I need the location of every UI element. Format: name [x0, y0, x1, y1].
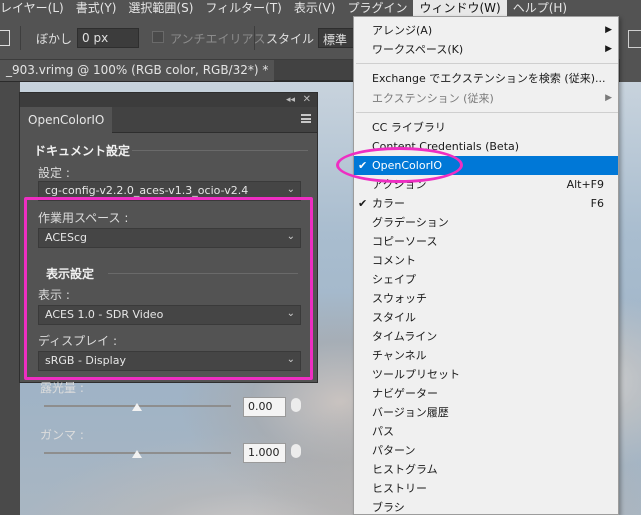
- menu-item-styles[interactable]: スタイル: [354, 308, 618, 327]
- menu-item-timeline[interactable]: タイムライン: [354, 327, 618, 346]
- gamma-input[interactable]: 1.000: [243, 443, 286, 463]
- menu-item-extensions: エクステンション (従来) ▶: [354, 89, 618, 108]
- menu-item-label: シェイプ: [372, 273, 416, 286]
- window-menu-dropdown: アレンジ(A) ▶ ワークスペース(K) ▶ Exchange でエクステンショ…: [353, 16, 619, 515]
- checkmark-icon: ✔: [358, 197, 368, 210]
- panel-menu-icon[interactable]: [301, 114, 311, 123]
- chevron-right-icon: ▶: [605, 93, 612, 103]
- menu-window[interactable]: ウィンドウ(W): [413, 0, 507, 16]
- menu-item-label: コメント: [372, 254, 416, 267]
- style-select[interactable]: 標準: [318, 28, 358, 48]
- canvas-gutter: [0, 82, 20, 515]
- config-label: 設定 :: [38, 166, 70, 180]
- section-divider: [132, 150, 308, 151]
- gamma-reset-knob[interactable]: [291, 444, 301, 458]
- document-tab[interactable]: _903.vrimg @ 100% (RGB color, RGB/32*) *: [0, 60, 275, 81]
- shortcut-label: Alt+F9: [566, 178, 604, 191]
- menu-item-label: パターン: [372, 444, 416, 457]
- menu-item-histogram[interactable]: ヒストグラム: [354, 460, 618, 479]
- exposure-reset-knob[interactable]: [291, 398, 301, 412]
- menu-item-label: エクステンション (従来): [372, 92, 494, 105]
- panel-header[interactable]: ◂◂ ✕: [20, 93, 317, 107]
- exposure-label: 露光量 :: [40, 381, 84, 395]
- menu-item-navigator[interactable]: ナビゲーター: [354, 384, 618, 403]
- tool-preset-icon[interactable]: [0, 30, 10, 46]
- menu-item-paths[interactable]: パス: [354, 422, 618, 441]
- menu-item-color[interactable]: ✔ カラー F6: [354, 194, 618, 213]
- menu-item-label: ヒストグラム: [372, 463, 438, 476]
- chevron-right-icon: ▶: [605, 25, 612, 35]
- menu-select[interactable]: 選択範囲(S): [122, 0, 199, 16]
- menu-item-gradients[interactable]: グラデーション: [354, 213, 618, 232]
- menu-item-label: チャンネル: [372, 349, 427, 362]
- menu-item-cc-libraries[interactable]: CC ライブラリ: [354, 118, 618, 137]
- right-toolbar: [620, 16, 641, 82]
- menu-item-version-history[interactable]: バージョン履歴: [354, 403, 618, 422]
- menu-item-clone-source[interactable]: コピーソース: [354, 232, 618, 251]
- exposure-slider-thumb[interactable]: [132, 403, 142, 411]
- highlight-rectangle: [24, 197, 313, 380]
- menu-item-label: タイムライン: [372, 330, 438, 343]
- gamma-slider-thumb[interactable]: [132, 450, 142, 458]
- antialias-checkbox[interactable]: [152, 31, 164, 43]
- antialias-label: アンチエイリアス: [170, 32, 266, 46]
- menu-item-label: ヒストリー: [372, 482, 427, 495]
- menu-type[interactable]: 書式(Y): [70, 0, 123, 16]
- menu-item-history[interactable]: ヒストリー: [354, 479, 618, 498]
- menu-item-label: グラデーション: [372, 216, 449, 229]
- menu-item-label: ツールプリセット: [372, 368, 460, 381]
- menu-item-label: Exchange でエクステンションを検索 (従来)...: [372, 72, 606, 85]
- menu-item-channels[interactable]: チャンネル: [354, 346, 618, 365]
- gamma-label: ガンマ :: [40, 428, 84, 442]
- feather-input[interactable]: 0 px: [77, 28, 139, 48]
- chevron-right-icon: ▶: [605, 44, 612, 54]
- menu-item-exchange[interactable]: Exchange でエクステンションを検索 (従来)...: [354, 69, 618, 88]
- menu-layer[interactable]: レイヤー(L): [0, 0, 70, 16]
- menu-item-workspace[interactable]: ワークスペース(K) ▶: [354, 40, 618, 59]
- menu-view[interactable]: 表示(V): [288, 0, 342, 16]
- menu-separator: [356, 112, 618, 113]
- menu-help[interactable]: ヘルプ(H): [507, 0, 573, 16]
- close-icon[interactable]: ✕: [303, 93, 311, 107]
- panel-tab-row: OpenColorIO: [20, 107, 317, 133]
- exposure-input[interactable]: 0.00: [243, 397, 286, 417]
- menu-item-comments[interactable]: コメント: [354, 251, 618, 270]
- chevron-down-icon: ⌄: [286, 184, 295, 195]
- menu-item-label: コピーソース: [372, 235, 438, 248]
- menu-item-label: カラー: [372, 197, 405, 210]
- panel-toggle-icon[interactable]: [628, 30, 641, 48]
- document-settings-title: ドキュメント設定: [34, 144, 131, 158]
- menu-item-arrange[interactable]: アレンジ(A) ▶: [354, 21, 618, 40]
- menu-item-label: アレンジ(A): [372, 24, 433, 37]
- options-divider: [20, 26, 21, 50]
- menu-filter[interactable]: フィルター(T): [199, 0, 287, 16]
- menu-item-label: スウォッチ: [372, 292, 427, 305]
- menu-item-label: バージョン履歴: [372, 406, 449, 419]
- feather-label: ぼかし :: [36, 32, 80, 46]
- menu-item-shapes[interactable]: シェイプ: [354, 270, 618, 289]
- options-divider-2: [254, 26, 255, 50]
- collapse-icon[interactable]: ◂◂: [286, 93, 295, 107]
- tab-opencolorio[interactable]: OpenColorIO: [20, 107, 113, 133]
- menu-item-label: パス: [372, 425, 394, 438]
- shortcut-label: F6: [590, 197, 604, 210]
- menu-item-label: ブラシ: [372, 501, 405, 514]
- menu-plugins[interactable]: プラグイン: [341, 0, 413, 16]
- menu-item-label: ワークスペース(K): [372, 43, 464, 56]
- menu-item-label: ナビゲーター: [372, 387, 438, 400]
- menu-item-label: CC ライブラリ: [372, 121, 446, 134]
- menu-item-patterns[interactable]: パターン: [354, 441, 618, 460]
- style-label: スタイル :: [266, 32, 322, 46]
- menu-item-tool-presets[interactable]: ツールプリセット: [354, 365, 618, 384]
- menu-separator: [356, 63, 618, 64]
- menu-item-swatches[interactable]: スウォッチ: [354, 289, 618, 308]
- menu-item-label: スタイル: [372, 311, 416, 324]
- menu-item-brushes[interactable]: ブラシ: [354, 498, 618, 515]
- menu-bar: レイヤー(L) 書式(Y) 選択範囲(S) フィルター(T) 表示(V) プラグ…: [0, 0, 641, 16]
- config-value: cg-config-v2.2.0_aces-v1.3_ocio-v2.4: [45, 184, 249, 197]
- highlight-ellipse: [336, 147, 463, 183]
